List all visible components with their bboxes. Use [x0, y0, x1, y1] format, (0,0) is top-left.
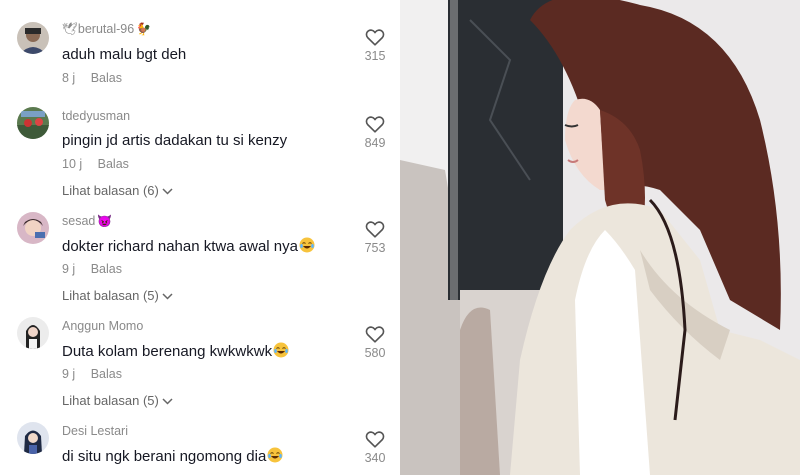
comment-time: 8 j — [62, 71, 76, 85]
comment-time: 10 j — [62, 157, 83, 171]
like-count: 580 — [364, 346, 386, 360]
comment-username[interactable]: tdedyusman — [62, 109, 130, 123]
comment-username[interactable]: sesad 😈 — [62, 214, 112, 228]
comment-username[interactable]: Anggun Momo — [62, 319, 143, 333]
heart-outline-icon — [365, 326, 385, 343]
comment-item: 🕊berutal-96 🐓 aduh malu bgt deh 8 j Balas… — [0, 0, 400, 100]
comment-item: Anggun Momo Duta kolam berenang kwkwkwk … — [0, 310, 400, 415]
comment-username[interactable]: Desi Lestari — [62, 424, 128, 438]
chevron-down-icon — [162, 188, 173, 195]
comment-username[interactable]: 🕊berutal-96 🐓 — [62, 22, 151, 37]
like-count: 340 — [364, 451, 386, 465]
avatar[interactable] — [17, 317, 49, 349]
rooster-emoji: 🐓 — [136, 22, 152, 36]
like-count: 849 — [364, 136, 386, 150]
comment-time: 9 j — [62, 262, 76, 276]
comment-text: aduh malu bgt deh — [62, 46, 187, 63]
heart-outline-icon — [365, 431, 385, 448]
view-replies-button[interactable]: Lihat balasan (6) — [62, 183, 173, 198]
like-button[interactable]: 340 — [358, 430, 392, 465]
like-count: 753 — [364, 241, 386, 255]
comment-item: Desi Lestari di situ ngk berani ngomong … — [0, 415, 400, 475]
heart-outline-icon — [365, 116, 385, 133]
chevron-down-icon — [162, 398, 173, 405]
comment-time: 9 j — [62, 367, 76, 381]
laugh-emoji-icon — [299, 237, 315, 253]
laugh-emoji-icon — [273, 342, 289, 358]
comment-meta: 8 j Balas — [62, 71, 122, 85]
view-replies-button[interactable]: Lihat balasan (5) — [62, 393, 173, 408]
comment-list: 🕊berutal-96 🐓 aduh malu bgt deh 8 j Balas… — [0, 0, 400, 475]
comment-text: di situ ngk berani ngomong dia — [62, 447, 283, 465]
dove-emoji: 🕊 — [62, 22, 78, 36]
devil-emoji: 😈 — [97, 214, 113, 228]
reply-button[interactable]: Balas — [91, 367, 122, 381]
comment-text: pingin jd artis dadakan tu si kenzy — [62, 132, 288, 149]
video-player[interactable] — [400, 0, 800, 475]
like-count: 315 — [364, 49, 386, 63]
comment-text: Duta kolam berenang kwkwkwk — [62, 342, 289, 360]
heart-outline-icon — [365, 29, 385, 46]
view-replies-button[interactable]: Lihat balasan (5) — [62, 288, 173, 303]
avatar[interactable] — [17, 22, 49, 54]
chevron-down-icon — [162, 293, 173, 300]
reply-button[interactable]: Balas — [98, 157, 129, 171]
avatar[interactable] — [17, 212, 49, 244]
like-button[interactable]: 315 — [358, 28, 392, 63]
comment-meta: 9 j Balas — [62, 367, 122, 381]
laugh-emoji-icon — [267, 447, 283, 463]
comment-meta: 9 j Balas — [62, 262, 122, 276]
reply-button[interactable]: Balas — [91, 262, 122, 276]
comment-item: sesad 😈 dokter richard nahan ktwa awal ny… — [0, 205, 400, 310]
avatar[interactable] — [17, 107, 49, 139]
comment-text: dokter richard nahan ktwa awal nya — [62, 237, 315, 255]
avatar[interactable] — [17, 422, 49, 454]
comment-meta: 10 j Balas — [62, 157, 129, 171]
heart-outline-icon — [365, 221, 385, 238]
video-frame — [400, 0, 800, 475]
like-button[interactable]: 849 — [358, 115, 392, 150]
reply-button[interactable]: Balas — [91, 71, 122, 85]
comment-item: tdedyusman pingin jd artis dadakan tu si… — [0, 100, 400, 205]
like-button[interactable]: 580 — [358, 325, 392, 360]
like-button[interactable]: 753 — [358, 220, 392, 255]
